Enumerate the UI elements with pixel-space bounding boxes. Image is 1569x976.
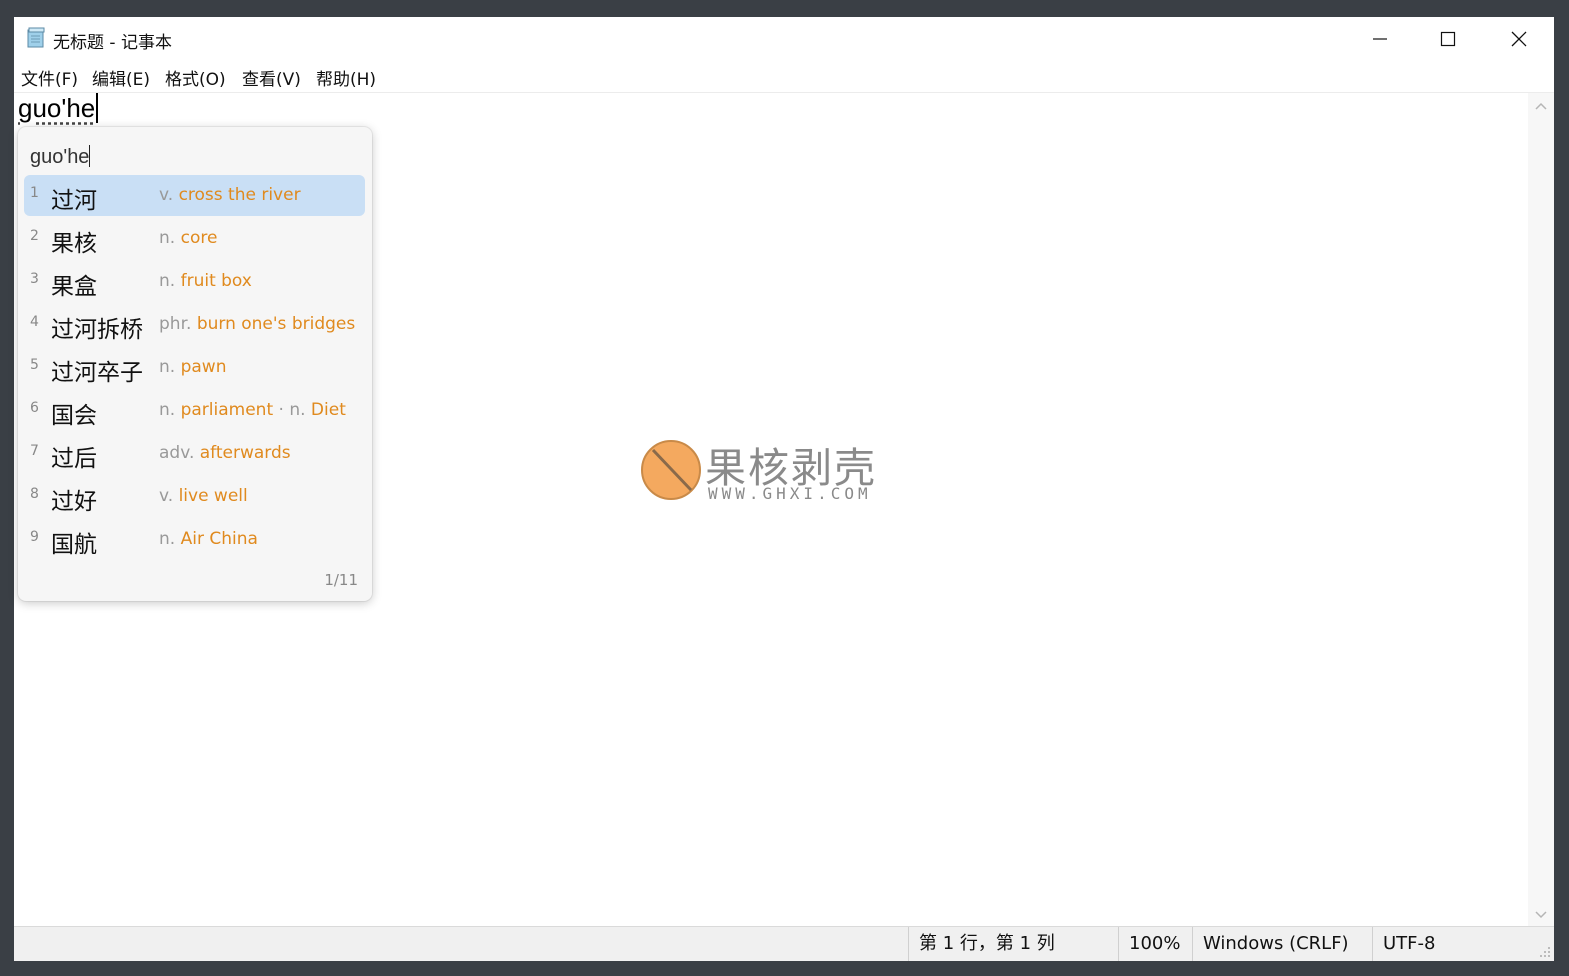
- title-bar[interactable]: 无标题 - 记事本: [14, 17, 1554, 61]
- ime-candidate-3[interactable]: 3 果盒 n. fruit box: [24, 261, 365, 302]
- menu-help[interactable]: 帮助(H): [316, 65, 376, 90]
- candidate-word: 过后: [51, 446, 97, 472]
- ime-candidate-4[interactable]: 4 过河拆桥 phr. burn one's bridges: [24, 304, 365, 345]
- status-line-ending: Windows (CRLF): [1192, 927, 1363, 961]
- ime-candidate-2[interactable]: 2 果核 n. core: [24, 218, 365, 259]
- candidate-definition: n. core: [159, 228, 218, 248]
- notepad-app-icon: [26, 27, 46, 49]
- ime-candidate-1[interactable]: 1 过河 v. cross the river: [24, 175, 365, 216]
- maximize-icon: [1440, 31, 1456, 47]
- resize-grip-icon[interactable]: [1539, 946, 1551, 958]
- ime-page-indicator: 1/11: [324, 571, 358, 589]
- close-icon: [1511, 31, 1527, 47]
- minimize-icon: [1373, 38, 1387, 40]
- watermark: 果核剥壳 WWW.GHXI.COM: [639, 438, 909, 506]
- candidate-definition: n. pawn: [159, 357, 227, 377]
- maximize-button[interactable]: [1413, 17, 1483, 61]
- menu-format[interactable]: 格式(O): [165, 65, 226, 90]
- scroll-down-arrow-icon[interactable]: [1535, 910, 1547, 920]
- window-title: 无标题 - 记事本: [53, 33, 172, 53]
- candidate-word: 国航: [51, 532, 97, 558]
- candidate-definition: n. parliament · n. Diet: [159, 400, 346, 420]
- status-cursor-position: 第 1 行，第 1 列: [908, 927, 1115, 961]
- candidate-word: 国会: [51, 403, 97, 429]
- candidate-definition: v. cross the river: [159, 185, 301, 205]
- candidate-definition: n. fruit box: [159, 271, 252, 291]
- watermark-logo-icon: [641, 440, 701, 500]
- candidate-word: 过河卒子: [51, 360, 143, 386]
- status-encoding: UTF-8: [1372, 927, 1533, 961]
- candidate-word: 果盒: [51, 274, 97, 300]
- candidate-word: 过河: [51, 188, 97, 214]
- status-zoom: 100%: [1118, 927, 1193, 961]
- menu-edit[interactable]: 编辑(E): [92, 65, 150, 90]
- candidate-word: 过好: [51, 489, 97, 515]
- menu-view[interactable]: 查看(V): [242, 65, 301, 90]
- candidate-definition: phr. burn one's bridges: [159, 314, 356, 334]
- status-bar: 第 1 行，第 1 列 100% Windows (CRLF) UTF-8: [14, 926, 1554, 961]
- candidate-definition: adv. afterwards: [159, 443, 291, 463]
- ime-candidate-6[interactable]: 6 国会 n. parliament · n. Diet: [24, 390, 365, 431]
- menu-file[interactable]: 文件(F): [21, 65, 78, 90]
- candidate-number: 6: [30, 400, 39, 416]
- vertical-scrollbar[interactable]: [1528, 93, 1554, 926]
- candidate-definition: v. live well: [159, 486, 248, 506]
- scroll-up-arrow-icon[interactable]: [1535, 101, 1547, 111]
- candidate-number: 4: [30, 314, 39, 330]
- ime-candidate-8[interactable]: 8 过好 v. live well: [24, 476, 365, 517]
- menu-bar: 文件(F) 编辑(E) 格式(O) 查看(V) 帮助(H): [14, 61, 1554, 93]
- candidate-definition: n. Air China: [159, 529, 258, 549]
- ime-candidate-7[interactable]: 7 过后 adv. afterwards: [24, 433, 365, 474]
- candidate-number: 5: [30, 357, 39, 373]
- ime-candidate-9[interactable]: 9 国航 n. Air China: [24, 519, 365, 560]
- close-button[interactable]: [1484, 17, 1554, 61]
- candidate-number: 3: [30, 271, 39, 287]
- minimize-button[interactable]: [1345, 17, 1415, 61]
- editor-composition-text: guo'he: [18, 93, 99, 124]
- watermark-url: WWW.GHXI.COM: [708, 484, 872, 503]
- candidate-number: 7: [30, 443, 39, 459]
- text-caret: [96, 93, 99, 123]
- ime-candidate-window: guo'he 1 过河 v. cross the river 2 果核 n. c…: [18, 127, 372, 601]
- ime-candidate-5[interactable]: 5 过河卒子 n. pawn: [24, 347, 365, 388]
- candidate-number: 2: [30, 228, 39, 244]
- candidate-number: 8: [30, 486, 39, 502]
- candidate-word: 过河拆桥: [51, 317, 143, 343]
- candidate-number: 1: [30, 185, 39, 201]
- ime-composition-string: guo'he: [30, 145, 91, 168]
- candidate-word: 果核: [51, 231, 97, 257]
- candidate-number: 9: [30, 529, 39, 545]
